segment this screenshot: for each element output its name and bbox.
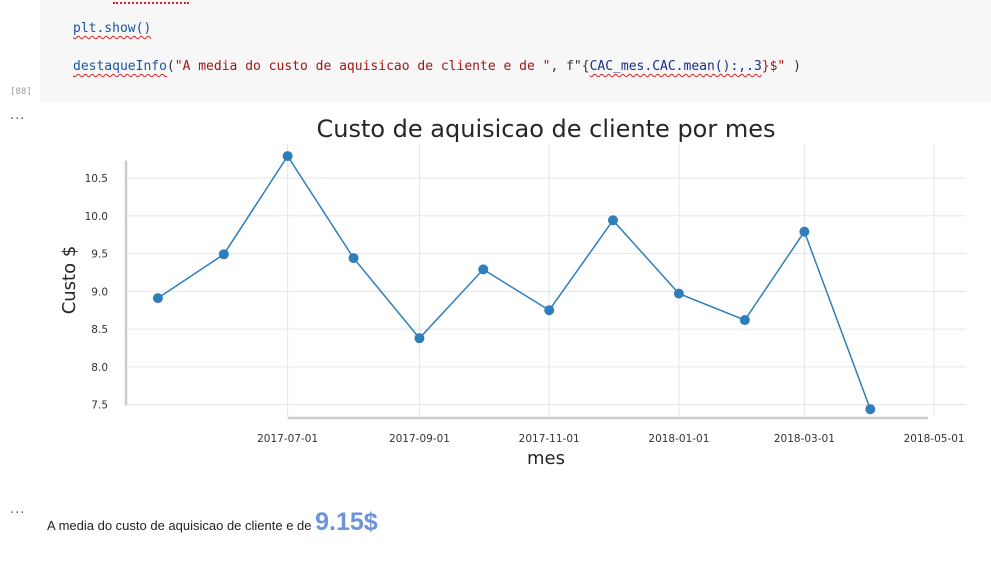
axis-labels: 7.5 8.0 8.5 9.0 9.5 10.0 10.5 2017-07-01 2017-09… (59, 115, 965, 469)
data-point (799, 226, 810, 237)
y-tick-label: 7.5 (91, 400, 108, 412)
line-chart: 7.5 8.0 8.5 9.0 9.5 10.0 10.5 2017-07-01 2017-09… (59, 115, 966, 469)
output-prefix: A media do custo de aquisicao de cliente… (47, 518, 316, 533)
data-point (282, 151, 293, 162)
y-tick-label: 10.5 (85, 173, 108, 185)
data-point (414, 333, 425, 344)
previous-line-error-squiggle (113, 0, 189, 4)
data-point (607, 215, 618, 226)
x-tick-label: 2017-11-01 (519, 433, 580, 445)
x-tick-label: 2018-05-01 (904, 433, 965, 445)
y-tick-label: 10.0 (85, 211, 108, 223)
code-fstring-start: , f"{ (550, 59, 590, 74)
x-tick-label: 2018-01-01 (648, 433, 709, 445)
chart-title: Custo de aquisicao de cliente por mes (316, 115, 775, 143)
code-cell[interactable]: plt.show() destaqueInfo("A media do cust… (40, 0, 991, 102)
series-line-path (157, 154, 872, 410)
data-point (544, 305, 555, 316)
y-tick-label: 9.5 (91, 249, 108, 261)
data-point (673, 288, 684, 299)
data-point (348, 253, 359, 264)
x-tick-label: 2017-09-01 (389, 433, 450, 445)
data-point (152, 293, 163, 304)
x-axis-label: mes (527, 448, 565, 469)
series-line (152, 151, 876, 415)
output-text: A media do custo de aquisicao de cliente… (47, 508, 378, 537)
grid-lines (126, 144, 966, 416)
y-axis-label: Custo $ (59, 246, 80, 315)
data-point (739, 315, 750, 326)
y-tick-label: 8.5 (91, 324, 108, 336)
code-line-plt-show[interactable]: plt.show() (73, 21, 151, 36)
axes (124, 160, 928, 420)
data-point (865, 404, 876, 415)
execution-count: [88] (10, 87, 32, 97)
code-plt-show: plt.show() (73, 21, 152, 36)
output-highlight-value: 9.15$ (315, 508, 378, 536)
code-line-destaque-info[interactable]: destaqueInfo("A media do custo de aquisi… (73, 59, 801, 74)
code-function-name: destaqueInfo (73, 59, 167, 74)
x-tick-label: 2017-07-01 (257, 433, 318, 445)
y-tick-label: 8.0 (91, 362, 108, 374)
code-fstring-end: }$" (761, 59, 786, 74)
x-tick-label: 2018-03-01 (774, 433, 835, 445)
data-point (218, 249, 229, 260)
code-close-paren: ) (785, 59, 801, 74)
code-fstring-expression: CAC_mes.CAC.mean():,.3 (589, 59, 762, 74)
output-collapse-ellipsis-2[interactable]: ... (10, 502, 25, 517)
data-point (478, 264, 489, 275)
y-tick-label: 9.0 (91, 286, 108, 298)
code-open-paren: ( (166, 59, 175, 74)
code-string-literal: "A media do custo de aquisicao de client… (174, 59, 551, 74)
